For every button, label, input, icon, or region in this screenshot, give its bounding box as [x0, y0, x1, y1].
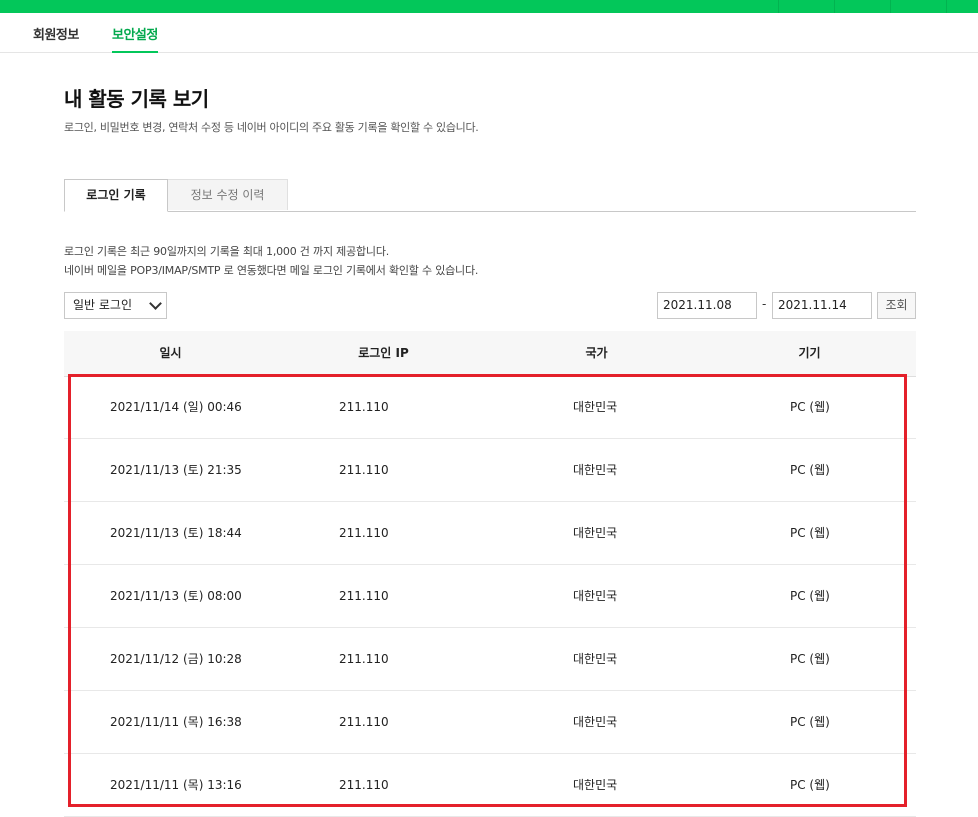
date-to-input[interactable]: 2021.11.14	[772, 292, 872, 319]
query-button[interactable]: 조회	[877, 292, 916, 319]
login-type-value: 일반 로그인	[73, 298, 133, 312]
topbar-divider	[834, 0, 835, 13]
chevron-down-icon	[149, 297, 162, 310]
page-title: 내 활동 기록 보기	[64, 87, 209, 111]
header-login-ip: 로그인 IP	[358, 346, 409, 360]
date-from-input[interactable]: 2021.11.08	[657, 292, 757, 319]
nav-tab-member-info[interactable]: 회원정보	[33, 24, 79, 43]
highlight-annotation-box	[68, 374, 907, 807]
table-header: 일시 로그인 IP 국가 기기	[64, 331, 916, 377]
notice-text: 로그인 기록은 최근 90일까지의 기록을 최대 1,000 건 까지 제공합니…	[64, 242, 478, 280]
header-country: 국가	[585, 346, 608, 360]
header-device: 기기	[798, 346, 821, 360]
date-separator: -	[762, 297, 767, 311]
header-datetime: 일시	[159, 346, 182, 360]
subtab-bar: 로그인 기록 정보 수정 이력	[64, 179, 916, 212]
topbar-divider	[778, 0, 779, 13]
main-nav: 회원정보 보안설정	[0, 13, 978, 53]
top-brand-bar	[0, 0, 978, 13]
nav-tab-security-settings[interactable]: 보안설정	[112, 24, 158, 53]
topbar-divider	[946, 0, 947, 13]
page-description: 로그인, 비밀번호 변경, 연락처 수정 등 네이버 아이디의 주요 활동 기록…	[64, 121, 479, 134]
topbar-divider	[890, 0, 891, 13]
notice-line-1: 로그인 기록은 최근 90일까지의 기록을 최대 1,000 건 까지 제공합니…	[64, 245, 390, 258]
notice-line-2: 네이버 메일을 POP3/IMAP/SMTP 로 연동했다면 메일 로그인 기록…	[64, 264, 479, 277]
tab-info-change-history[interactable]: 정보 수정 이력	[168, 179, 288, 210]
tab-login-history[interactable]: 로그인 기록	[64, 179, 168, 212]
login-type-select[interactable]: 일반 로그인	[64, 292, 167, 319]
